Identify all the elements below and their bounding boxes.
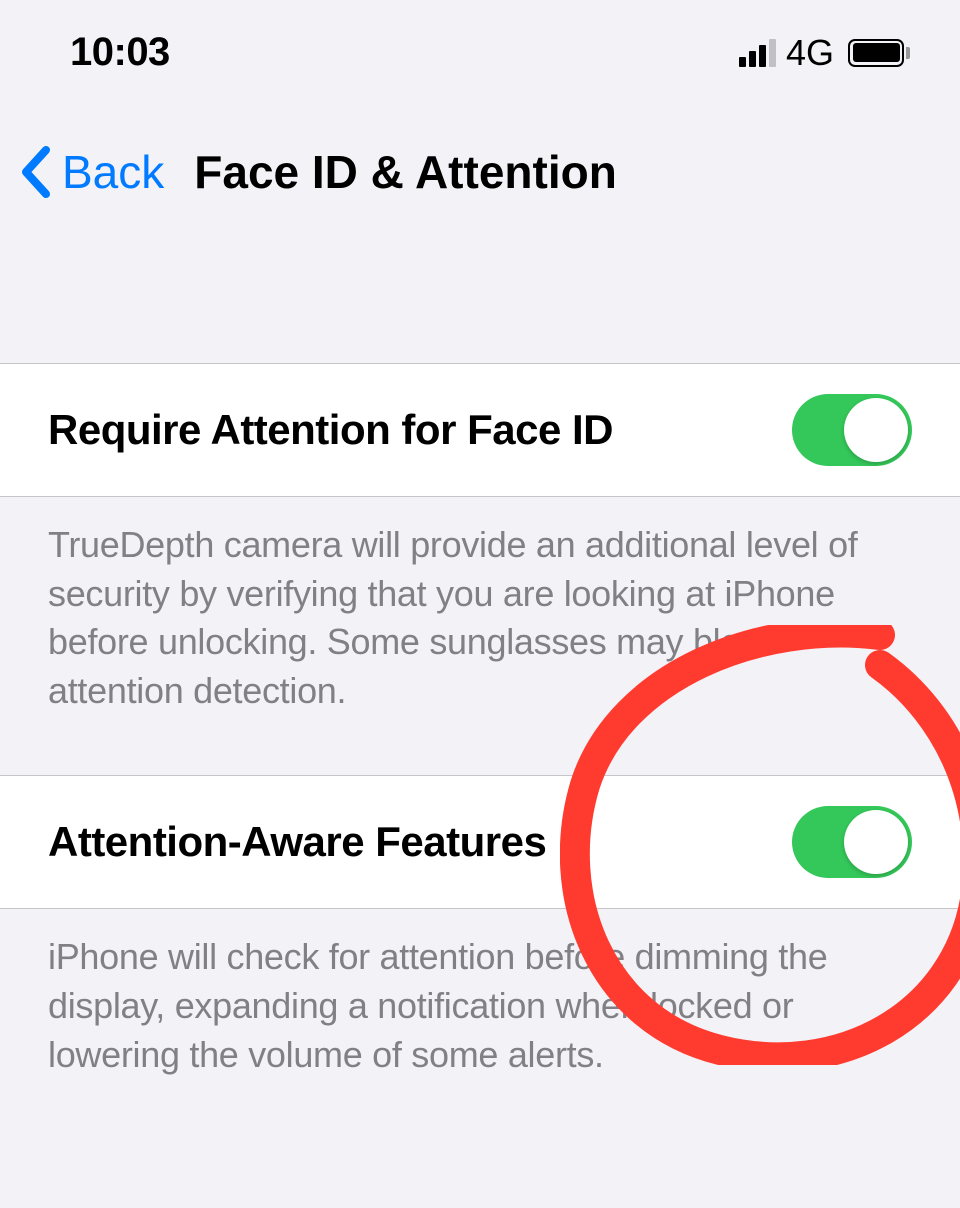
network-type: 4G [786, 32, 834, 74]
signal-strength-icon [739, 39, 776, 67]
toggle-knob [844, 398, 908, 462]
require-attention-row: Require Attention for Face ID [0, 363, 960, 497]
attention-aware-description: iPhone will check for attention before d… [0, 909, 960, 1139]
attention-aware-row: Attention-Aware Features [0, 775, 960, 909]
require-attention-description: TrueDepth camera will provide an additio… [0, 497, 960, 775]
battery-icon [848, 39, 910, 67]
status-indicators: 4G [739, 32, 910, 74]
status-bar: 10:03 4G [0, 0, 960, 105]
toggle-knob [844, 810, 908, 874]
status-time: 10:03 [70, 30, 170, 75]
require-attention-toggle[interactable] [792, 394, 912, 466]
page-title: Face ID & Attention [194, 145, 617, 199]
attention-aware-toggle[interactable] [792, 806, 912, 878]
back-button[interactable]: Back [62, 145, 164, 199]
back-chevron-icon[interactable] [20, 146, 52, 198]
attention-aware-label: Attention-Aware Features [48, 818, 546, 866]
navigation-header: Back Face ID & Attention [0, 105, 960, 239]
require-attention-label: Require Attention for Face ID [48, 406, 613, 454]
